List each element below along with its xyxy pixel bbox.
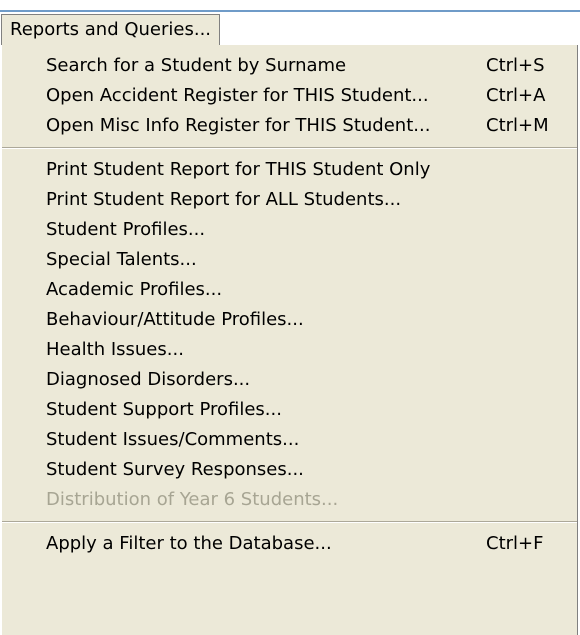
menu-item-student-support-profiles[interactable]: Student Support Profiles... (2, 395, 577, 425)
menu-item-label: Apply a Filter to the Database... (46, 533, 332, 554)
menu-item-label: Search for a Student by Surname (46, 55, 347, 76)
menu-item-label: Special Talents... (46, 249, 197, 270)
menu-item-label: Student Issues/Comments... (46, 429, 300, 450)
menu-separator (2, 141, 577, 155)
menu-item-print-this-student-report[interactable]: Print Student Report for THIS Student On… (2, 155, 577, 185)
menu-item-shortcut: Ctrl+A (486, 85, 546, 106)
menu-item-apply-filter[interactable]: Apply a Filter to the Database... Ctrl+F (2, 529, 577, 559)
menu-item-academic-profiles[interactable]: Academic Profiles... (2, 275, 577, 305)
menu-separator (2, 515, 577, 529)
menu-item-label: Print Student Report for ALL Students... (46, 189, 402, 210)
menu-item-label: Print Student Report for THIS Student On… (46, 159, 431, 180)
menu-item-search-by-surname[interactable]: Search for a Student by Surname Ctrl+S (2, 51, 577, 81)
menu-bar: Reports and Queries... (0, 0, 580, 46)
menu-item-open-misc-info-register[interactable]: Open Misc Info Register for THIS Student… (2, 111, 577, 141)
menu-item-student-survey-responses[interactable]: Student Survey Responses... (2, 455, 577, 485)
menu-item-open-accident-register[interactable]: Open Accident Register for THIS Student.… (2, 81, 577, 111)
menu-bar-border (0, 10, 580, 12)
menu-item-behaviour-attitude-profiles[interactable]: Behaviour/Attitude Profiles... (2, 305, 577, 335)
menu-item-shortcut: Ctrl+S (486, 55, 545, 76)
menu-item-student-issues-comments[interactable]: Student Issues/Comments... (2, 425, 577, 455)
menu-item-label: Academic Profiles... (46, 279, 223, 300)
menu-item-label: Open Misc Info Register for THIS Student… (46, 115, 431, 136)
menu-item-label: Distribution of Year 6 Students... (46, 489, 339, 510)
menu-item-distribution-year-6-disabled: Distribution of Year 6 Students... (2, 485, 577, 515)
menu-item-health-issues[interactable]: Health Issues... (2, 335, 577, 365)
menu-reports-and-queries[interactable]: Reports and Queries... (1, 14, 221, 46)
menu-item-label: Open Accident Register for THIS Student.… (46, 85, 429, 106)
menu-item-diagnosed-disorders[interactable]: Diagnosed Disorders... (2, 365, 577, 395)
menu-item-special-talents[interactable]: Special Talents... (2, 245, 577, 275)
menu-item-label: Health Issues... (46, 339, 184, 360)
menu-item-shortcut: Ctrl+M (486, 115, 549, 136)
menu-item-print-all-students-report[interactable]: Print Student Report for ALL Students... (2, 185, 577, 215)
menu-item-label: Student Survey Responses... (46, 459, 304, 480)
menu-item-label: Diagnosed Disorders... (46, 369, 251, 390)
menu-item-label: Student Profiles... (46, 219, 206, 240)
menu-item-label: Behaviour/Attitude Profiles... (46, 309, 304, 330)
menu-item-shortcut: Ctrl+F (486, 533, 544, 554)
menu-item-student-profiles[interactable]: Student Profiles... (2, 215, 577, 245)
dropdown-menu: Search for a Student by Surname Ctrl+S O… (1, 45, 578, 635)
menu-item-label: Student Support Profiles... (46, 399, 282, 420)
